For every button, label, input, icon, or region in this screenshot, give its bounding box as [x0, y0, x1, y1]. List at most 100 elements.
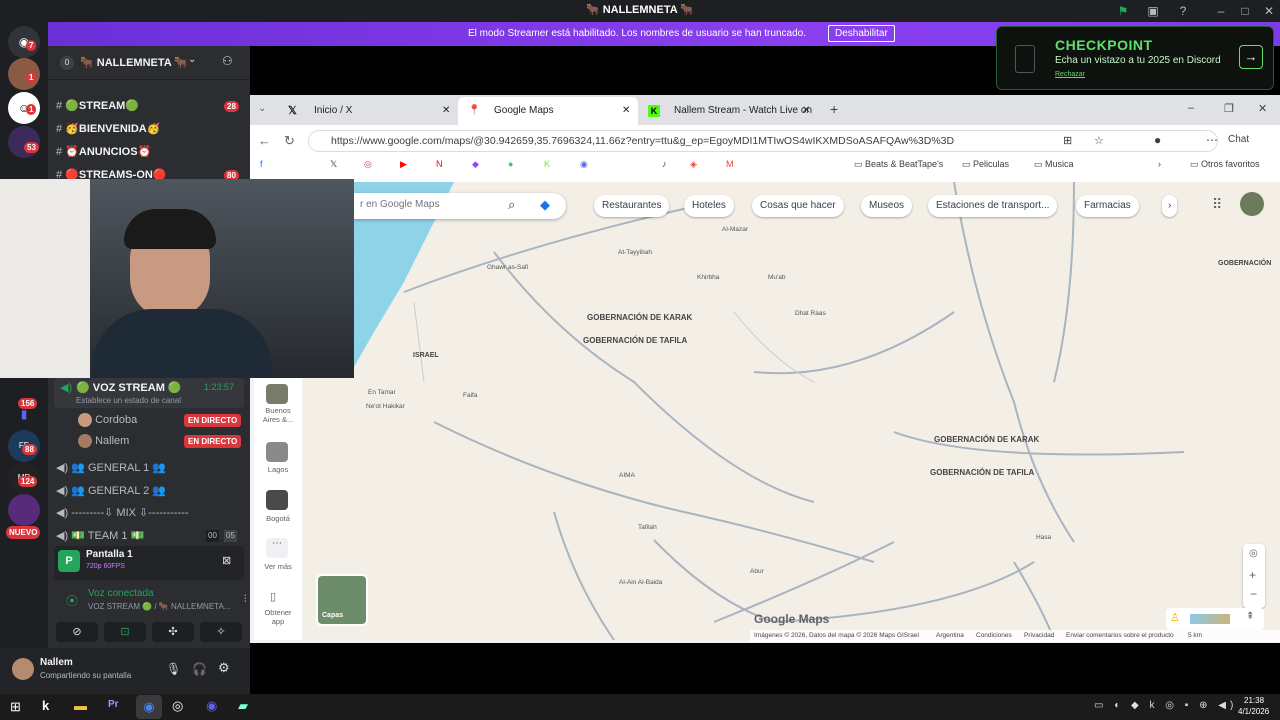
chip-restaurants[interactable]: Restaurantes	[594, 195, 670, 217]
recent-place-label[interactable]: Bogotá	[260, 514, 296, 523]
close-button[interactable]: ✕	[1260, 2, 1278, 20]
voice-location[interactable]: VOZ STREAM 🟢 / 🐂 NALLEMNETA...	[88, 602, 230, 611]
bookmark-folder[interactable]: ▭ Beats & BeatTape's	[854, 159, 943, 170]
zoom-out-button[interactable]: −	[1250, 587, 1257, 601]
recent-place-thumb[interactable]	[266, 384, 288, 404]
tiktok-icon[interactable]: ♪	[662, 159, 667, 169]
activities-icon[interactable]: ✣	[152, 622, 194, 642]
maps-search-box[interactable]: r en Google Maps ⌕ ◆	[354, 193, 566, 219]
clock-date[interactable]: 4/1/2026	[1238, 707, 1269, 716]
disable-streamer-button[interactable]: Deshabilitar	[828, 25, 895, 42]
kick-app-icon[interactable]: k	[42, 698, 49, 713]
camera-off-icon[interactable]: ⊘	[56, 622, 98, 642]
profile-avatar[interactable]: ●	[1154, 133, 1161, 147]
voice-member[interactable]: Cordoba EN DIRECTO	[78, 410, 246, 430]
recent-place-label[interactable]: Buenos Aires &...	[260, 406, 296, 424]
app-icon[interactable]: ▰	[238, 698, 248, 714]
file-explorer-icon[interactable]: ▬	[74, 698, 87, 713]
microphone-icon[interactable]: 🎙	[166, 662, 181, 676]
voice-channel-stream[interactable]: ◀) 🟢 VOZ STREAM 🟢 1:23:57 Establece un e…	[54, 378, 244, 408]
close-icon[interactable]: ✕	[622, 97, 630, 125]
map-canvas[interactable]	[254, 182, 1280, 640]
zoom-in-button[interactable]: +	[1249, 568, 1256, 582]
back-icon[interactable]: ←	[258, 133, 271, 148]
apps-grid-icon[interactable]: ⠿	[1212, 196, 1222, 213]
channel-status[interactable]: Establece un estado de canal	[76, 396, 181, 405]
tab-x[interactable]: 𝕏 Inicio / X ✕	[278, 99, 458, 123]
account-avatar[interactable]	[1240, 192, 1264, 216]
checkpoint-banner[interactable]: CHECKPOINT Echa un vistazo a tu 2025 en …	[996, 26, 1274, 90]
netflix-icon[interactable]: N	[436, 159, 443, 169]
soundboard-icon[interactable]: ✧	[200, 622, 242, 642]
restore-button[interactable]: ❐	[1224, 102, 1234, 115]
chevron-down-icon[interactable]: ⌄	[188, 54, 196, 65]
youtube-icon[interactable]: ▶	[400, 159, 407, 170]
chip-things-to-do[interactable]: Cosas que hacer	[752, 195, 844, 217]
tab-google-maps[interactable]: 📍 Google Maps ✕	[458, 97, 638, 125]
kick-icon[interactable]: K	[544, 159, 550, 169]
windows-icon[interactable]: ⊞	[10, 699, 21, 715]
twitch-icon[interactable]: ◆	[472, 159, 479, 170]
gmail-icon[interactable]: M	[726, 159, 734, 169]
expand-icon[interactable]: ⇞	[1246, 611, 1254, 622]
reload-icon[interactable]: ↻	[284, 133, 295, 149]
star-icon[interactable]: ☆	[1094, 134, 1104, 147]
menu-icon[interactable]: ⋯	[1206, 133, 1218, 147]
chevron-right-icon[interactable]: ›	[1162, 195, 1178, 217]
system-tray[interactable]: ▭ ◐ ◆ k ◎ ▪ ⊕ ◀)	[1094, 700, 1237, 711]
bookmark-folder[interactable]: ▭ Musica	[1034, 159, 1074, 170]
gear-icon[interactable]: ⚙	[218, 660, 230, 676]
obs-icon[interactable]: ◎	[172, 698, 183, 714]
get-app-label[interactable]: Obtener app	[258, 608, 298, 626]
close-icon[interactable]: ✕	[442, 99, 450, 123]
bookmark-folder[interactable]: ▭ Peliculas	[962, 159, 1009, 170]
server-icon[interactable]	[8, 494, 40, 526]
maps-icon[interactable]: ◈	[690, 159, 697, 170]
discord-icon[interactable]: ◉	[580, 159, 588, 170]
new-tab-icon[interactable]: +	[830, 101, 838, 117]
footer-link[interactable]: Enviar comentarios sobre el producto	[1066, 630, 1174, 642]
recent-place-label[interactable]: Lagos	[260, 465, 296, 474]
recent-place-thumb[interactable]	[266, 442, 288, 462]
bookmark-folder[interactable]: ▭ Otros favoritos	[1190, 159, 1260, 170]
premiere-icon[interactable]: Pr	[108, 699, 119, 710]
chip-museums[interactable]: Museos	[861, 195, 913, 217]
footer-link[interactable]: Privacidad	[1024, 630, 1054, 642]
layers-button[interactable]: Capas	[316, 574, 368, 626]
maximize-button[interactable]: □	[1236, 2, 1254, 20]
help-icon[interactable]: ?	[1174, 2, 1192, 20]
footer-link[interactable]: Condiciones	[976, 630, 1012, 642]
search-icon[interactable]: ⌕	[508, 197, 515, 213]
tab-list-icon[interactable]: ⌄	[258, 103, 266, 114]
close-button[interactable]: ✕	[1258, 102, 1267, 115]
imagery-thumbs[interactable]	[1190, 614, 1230, 624]
stop-share-icon[interactable]: ⊠	[222, 554, 231, 567]
chip-hotels[interactable]: Hoteles	[684, 195, 734, 217]
headphones-icon[interactable]: 🎧	[192, 662, 207, 676]
voice-channel[interactable]: ◀) 👥 GENERAL 2 👥	[56, 481, 246, 501]
voice-channel[interactable]: ◀) 💵 TEAM 1 💵 00 05	[56, 526, 246, 546]
chip-pharmacies[interactable]: Farmacias	[1076, 195, 1139, 217]
address-bar[interactable]: https://www.google.com/maps/@30.942659,3…	[308, 130, 1218, 152]
channel-bienvenida[interactable]: # 🥳BIENVENIDA🥳	[56, 119, 246, 139]
chevron-right-icon[interactable]: ›	[1158, 159, 1161, 169]
server-header[interactable]: 0 🐂 NALLEMNETA 🐂 ⌄ ⚇	[48, 46, 250, 80]
pegman-icon[interactable]: ♙	[1170, 611, 1180, 624]
see-more-label[interactable]: Ver más	[260, 562, 296, 571]
phone-icon[interactable]: ▯	[270, 590, 276, 603]
clock-time[interactable]: 21:38	[1244, 696, 1264, 705]
more-icon[interactable]: ⋯	[266, 538, 288, 558]
close-icon[interactable]: ✕	[802, 99, 810, 123]
extension-icon[interactable]: ⊞	[1063, 134, 1072, 147]
folder-icon[interactable]: ▮	[8, 398, 40, 430]
channel-anuncios[interactable]: # ⏰ANUNCIOS⏰	[56, 142, 246, 162]
audio-wave-icon[interactable]: ⫶	[244, 594, 247, 605]
directions-icon[interactable]: ◆	[540, 197, 550, 213]
tab-kick[interactable]: K Nallem Stream - Watch Live on Ki... ✕	[638, 99, 818, 140]
discord-icon[interactable]: ◉	[206, 698, 217, 714]
dismiss-link[interactable]: Rechazar	[1055, 71, 1085, 78]
minimize-button[interactable]: –	[1188, 102, 1194, 114]
x-icon[interactable]: 𝕏	[330, 159, 337, 170]
inbox-icon[interactable]: ▣	[1144, 2, 1162, 20]
avatar[interactable]	[12, 658, 34, 680]
